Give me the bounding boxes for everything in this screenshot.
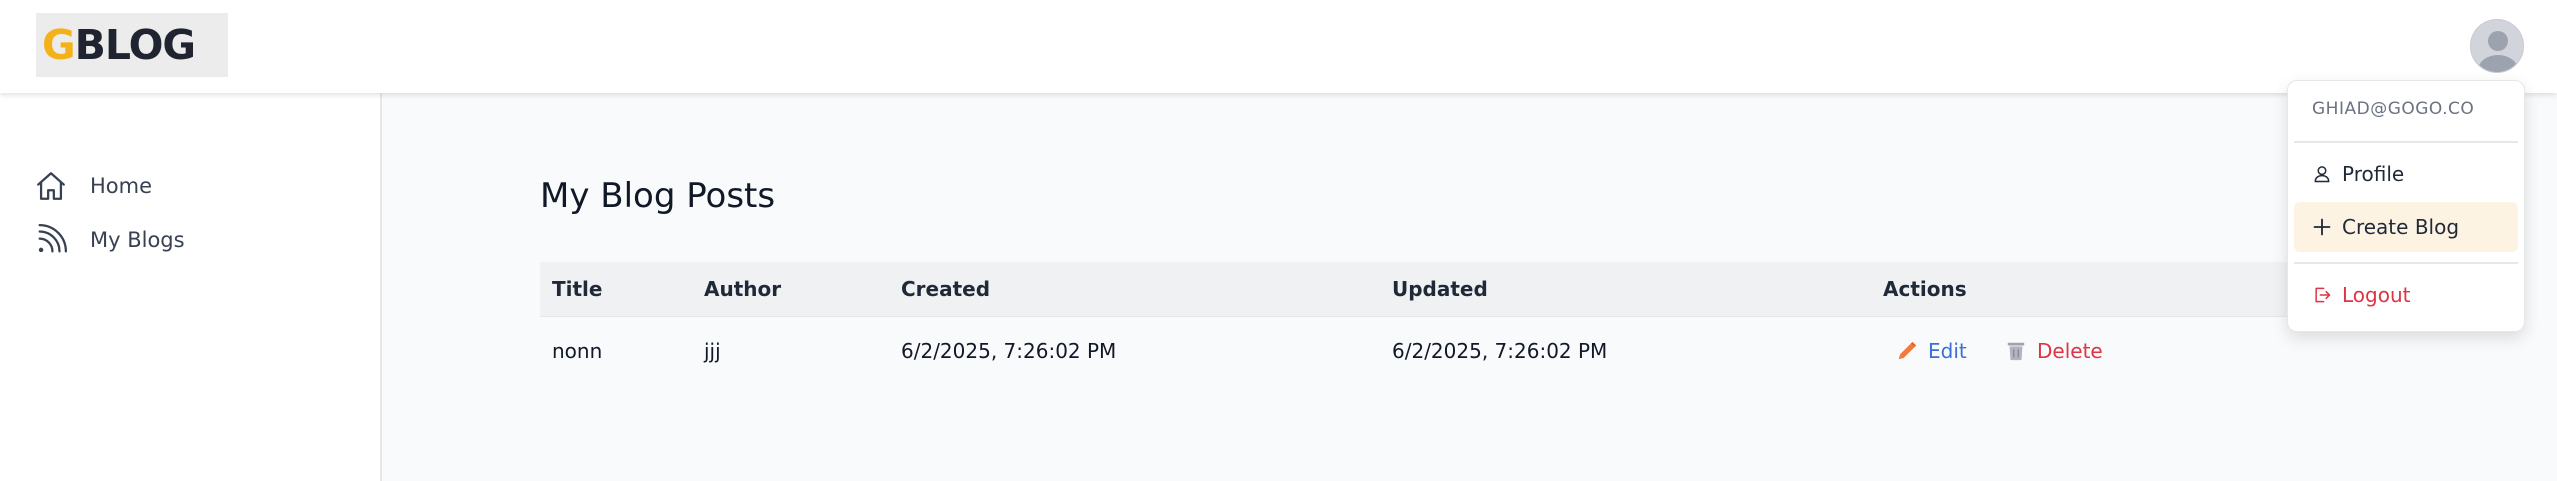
- top-header: G BLOG: [0, 0, 2557, 93]
- user-dropdown-menu: GHIAD@GOGO.CO Profile Create Blog Logout: [2287, 80, 2525, 332]
- table-row: nonn jjj 6/2/2025, 7:26:02 PM 6/2/2025, …: [540, 317, 2340, 385]
- edit-label: Edit: [1928, 339, 1967, 363]
- menu-item-create-blog[interactable]: Create Blog: [2294, 202, 2518, 252]
- sidebar-item-label: Home: [90, 174, 153, 198]
- sidebar-item-home[interactable]: Home: [34, 166, 152, 206]
- menu-item-label: Profile: [2342, 162, 2405, 186]
- menu-item-profile[interactable]: Profile: [2294, 149, 2518, 199]
- column-header-created: Created: [901, 277, 991, 301]
- sidebar-item-label: My Blogs: [90, 228, 185, 252]
- table-header-row: Title Author Created Updated Actions: [540, 262, 2340, 317]
- column-header-author: Author: [704, 277, 782, 301]
- delete-button[interactable]: Delete: [2005, 317, 2103, 385]
- blog-posts-table: Title Author Created Updated Actions non…: [540, 262, 2340, 385]
- user-avatar-button[interactable]: [2470, 19, 2524, 73]
- site-logo[interactable]: G BLOG: [36, 13, 228, 77]
- menu-divider: [2294, 262, 2518, 264]
- logout-icon: [2312, 285, 2332, 305]
- user-avatar-icon: [2478, 31, 2518, 72]
- cell-created: 6/2/2025, 7:26:02 PM: [901, 339, 1117, 363]
- user-icon: [2312, 164, 2332, 184]
- logo-g: G: [42, 20, 76, 69]
- user-email: GHIAD@GOGO.CO: [2312, 99, 2475, 119]
- page-title: My Blog Posts: [540, 176, 776, 216]
- delete-label: Delete: [2037, 339, 2103, 363]
- home-icon: [34, 169, 68, 203]
- edit-button[interactable]: Edit: [1896, 317, 1967, 385]
- sidebar: Home My Blogs: [0, 93, 382, 481]
- pencil-icon: [1896, 340, 1918, 362]
- plus-icon: [2312, 217, 2332, 237]
- menu-item-label: Create Blog: [2342, 215, 2460, 239]
- logo-text: BLOG: [74, 20, 196, 69]
- sidebar-item-my-blogs[interactable]: My Blogs: [34, 220, 185, 260]
- menu-item-logout[interactable]: Logout: [2294, 270, 2518, 320]
- rss-icon: [34, 223, 68, 257]
- menu-item-label: Logout: [2342, 283, 2411, 307]
- trash-icon: [2005, 340, 2027, 362]
- column-header-actions: Actions: [1883, 277, 1967, 301]
- cell-title: nonn: [552, 339, 603, 363]
- cell-updated: 6/2/2025, 7:26:02 PM: [1392, 339, 1608, 363]
- cell-author: jjj: [704, 339, 721, 363]
- menu-divider: [2294, 141, 2518, 143]
- column-header-title: Title: [552, 277, 603, 301]
- column-header-updated: Updated: [1392, 277, 1488, 301]
